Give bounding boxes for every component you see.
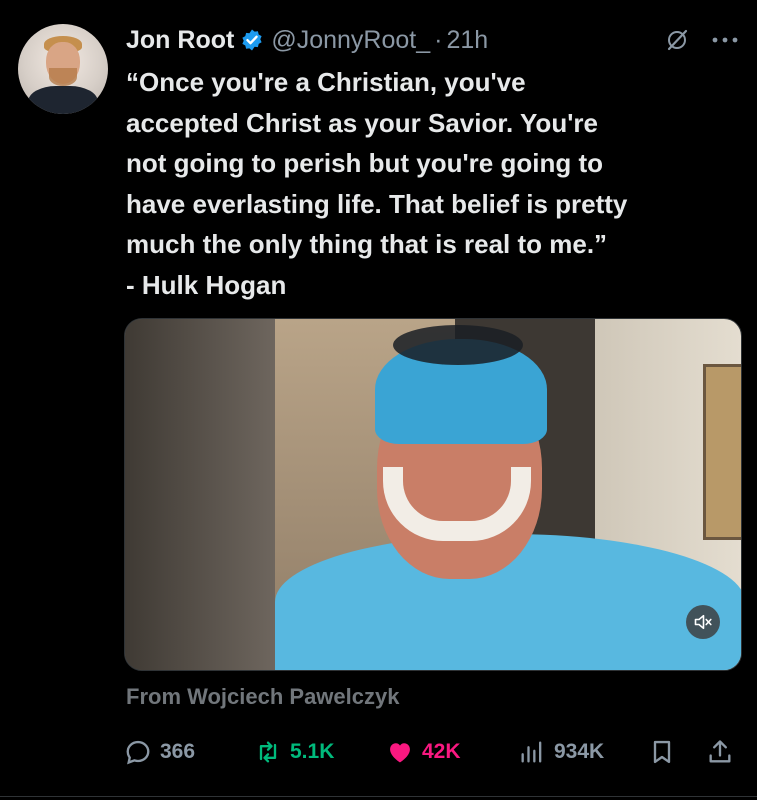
divider [0, 796, 757, 797]
like-button[interactable]: 42K [386, 732, 461, 772]
repost-button[interactable]: 5.1K [254, 732, 334, 772]
tweet-actions-bar: 366 5.1K 42K 934K [124, 732, 744, 772]
timestamp[interactable]: 21h [446, 26, 488, 55]
heart-icon [390, 743, 410, 763]
separator-dot: · [434, 25, 443, 54]
tweet-header: Jon Root @JonnyRoot_ · 21h [126, 20, 739, 60]
author-handle[interactable]: @JonnyRoot_ [271, 26, 430, 55]
repost-count: 5.1K [290, 740, 335, 763]
video-subject-sunglasses [393, 325, 523, 365]
like-count: 42K [422, 740, 461, 763]
avatar-beard [49, 68, 77, 86]
header-actions [665, 28, 739, 52]
tweet-video[interactable] [124, 318, 742, 671]
view-count: 934K [554, 740, 605, 763]
bookmark-icon [653, 740, 671, 764]
repost-icon [259, 741, 277, 763]
mute-toggle-button[interactable] [686, 605, 720, 639]
share-button[interactable] [706, 732, 742, 772]
avatar-shirt [28, 86, 98, 114]
tweet-text: “Once you're a Christian, you've accepte… [126, 67, 628, 300]
views-button[interactable]: 934K [518, 732, 604, 772]
video-wall-picture [703, 364, 741, 540]
author-name[interactable]: Jon Root [126, 26, 234, 55]
muted-speaker-icon [694, 614, 712, 630]
grok-icon[interactable] [665, 28, 689, 52]
views-icon [521, 741, 542, 763]
verified-badge-icon [242, 29, 262, 51]
reply-icon [126, 740, 150, 765]
reply-button[interactable]: 366 [124, 732, 195, 772]
video-background-wall [125, 319, 275, 670]
bookmark-button[interactable] [648, 732, 684, 772]
more-icon[interactable] [711, 36, 739, 44]
author-avatar[interactable] [18, 24, 108, 114]
share-icon [709, 740, 731, 763]
video-attribution[interactable]: From Wojciech Pawelczyk [126, 684, 399, 710]
reply-count: 366 [160, 740, 196, 763]
